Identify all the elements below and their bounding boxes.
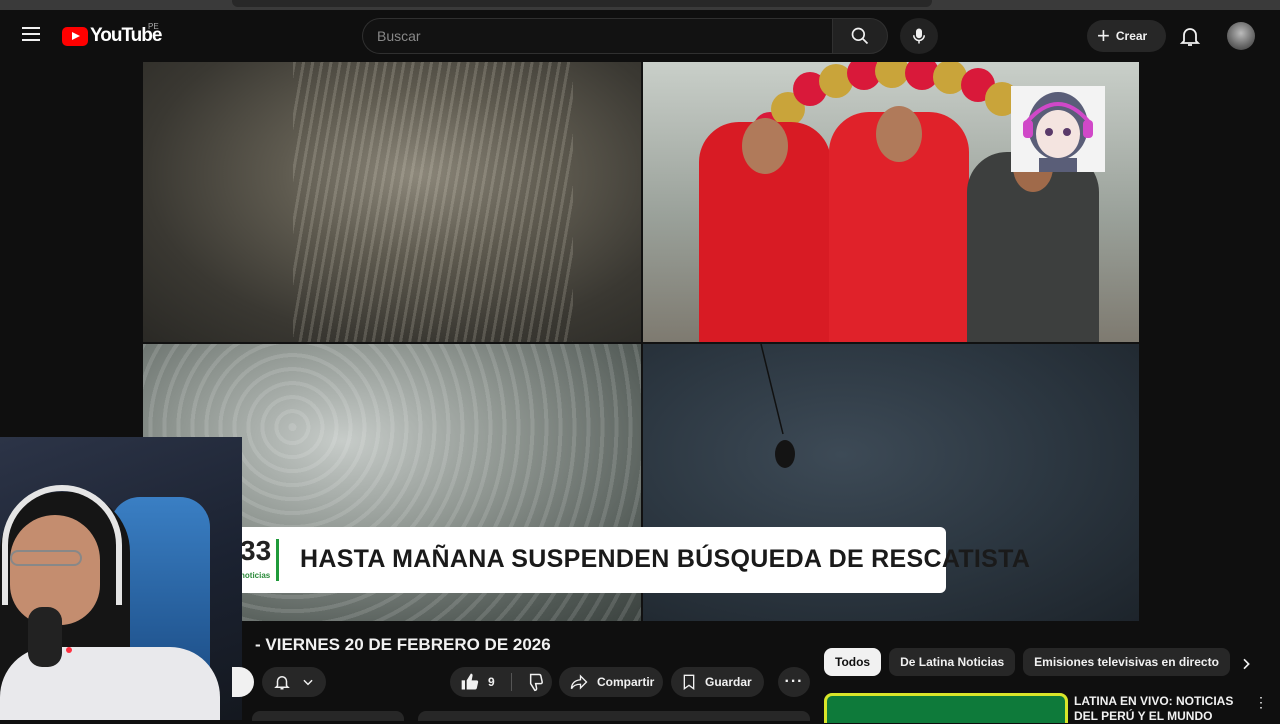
vtuber-avatar-overlay — [1011, 86, 1105, 172]
search-input[interactable] — [363, 19, 832, 53]
subscribe-button[interactable] — [232, 667, 254, 697]
bell-icon — [1179, 28, 1201, 46]
video-title: - VIERNES 20 DE FEBRERO DE 2026 — [255, 635, 551, 654]
chip-emisiones-en-directo[interactable]: Emisiones televisivas en directo — [1023, 648, 1230, 676]
create-label: Crear — [1115, 29, 1148, 43]
woman-figure — [967, 142, 1099, 342]
panel-divider — [143, 342, 1139, 344]
youtube-logo[interactable]: YouTube PE — [62, 22, 162, 47]
video-panel-waterfall — [143, 62, 641, 342]
like-separator — [511, 673, 512, 691]
kebab-menu-icon[interactable]: ⋮ — [1254, 694, 1268, 711]
rappel-figure-icon — [760, 344, 795, 468]
bell-icon — [273, 676, 290, 690]
like-dislike-group: 9 — [450, 667, 552, 697]
firefighter-figure — [829, 106, 969, 342]
headline-accent-bar — [276, 539, 279, 581]
video-panel-firefighters — [643, 62, 1139, 342]
chip-todos[interactable]: Todos — [824, 648, 882, 676]
firefighter-figure — [699, 118, 831, 342]
mic-led — [66, 647, 72, 653]
thumbs-down-icon — [529, 673, 543, 692]
like-count: 9 — [488, 675, 495, 689]
channel-brand: noticias — [240, 571, 271, 580]
youtube-header: YouTube PE + Crear — [0, 10, 1280, 62]
news-headline-banner: 33 noticias HASTA MAÑANA SUSPENDEN BÚSQU… — [230, 527, 1030, 593]
create-button[interactable]: + Crear — [1087, 20, 1166, 52]
share-label: Compartir — [597, 675, 655, 689]
plus-icon: + — [1097, 23, 1110, 48]
chips-next-button[interactable] — [1234, 652, 1258, 676]
bookmark-icon — [683, 674, 695, 690]
headset — [2, 485, 122, 605]
recommended-video-thumbnail[interactable] — [824, 693, 1068, 723]
thumbs-up-icon — [461, 673, 479, 690]
anime-avatar-icon — [1023, 92, 1093, 172]
microphone-icon — [913, 28, 925, 44]
headline-text: HASTA MAÑANA SUSPENDEN BÚSQUEDA DE RESCA… — [300, 545, 1031, 573]
streamer-microphone — [28, 607, 62, 667]
share-arrow-icon — [570, 674, 588, 690]
related-filter-chips: Todos De Latina Noticias Emisiones telev… — [824, 648, 1238, 678]
search-box — [362, 18, 832, 54]
more-actions-button[interactable]: ··· — [778, 667, 810, 697]
notification-preferences-button[interactable] — [262, 667, 326, 697]
save-button[interactable]: Guardar — [671, 667, 764, 697]
play-logo-icon — [62, 26, 88, 46]
voice-search-button[interactable] — [900, 18, 938, 54]
dislike-button[interactable] — [516, 667, 552, 697]
browser-address-bar[interactable] — [232, 0, 932, 7]
chip-de-latina-noticias[interactable]: De Latina Noticias — [889, 648, 1016, 676]
save-label: Guardar — [705, 675, 752, 689]
search-icon — [851, 27, 869, 45]
channel-number: 33 — [240, 535, 272, 566]
account-avatar[interactable] — [1227, 22, 1255, 50]
notifications-button[interactable] — [1178, 24, 1202, 48]
video-player[interactable]: 33 noticias HASTA MAÑANA SUSPENDEN BÚSQU… — [143, 62, 1139, 621]
search-button[interactable] — [832, 18, 888, 54]
chevron-right-icon — [1243, 658, 1250, 670]
glasses — [10, 550, 82, 566]
like-button[interactable]: 9 — [450, 667, 510, 697]
share-button[interactable]: Compartir — [559, 667, 663, 697]
menu-icon[interactable] — [22, 27, 40, 41]
chevron-down-icon — [303, 679, 313, 686]
streamer-webcam-overlay — [0, 437, 242, 720]
browser-tab-strip — [0, 0, 1280, 10]
region-code: PE — [148, 22, 159, 31]
